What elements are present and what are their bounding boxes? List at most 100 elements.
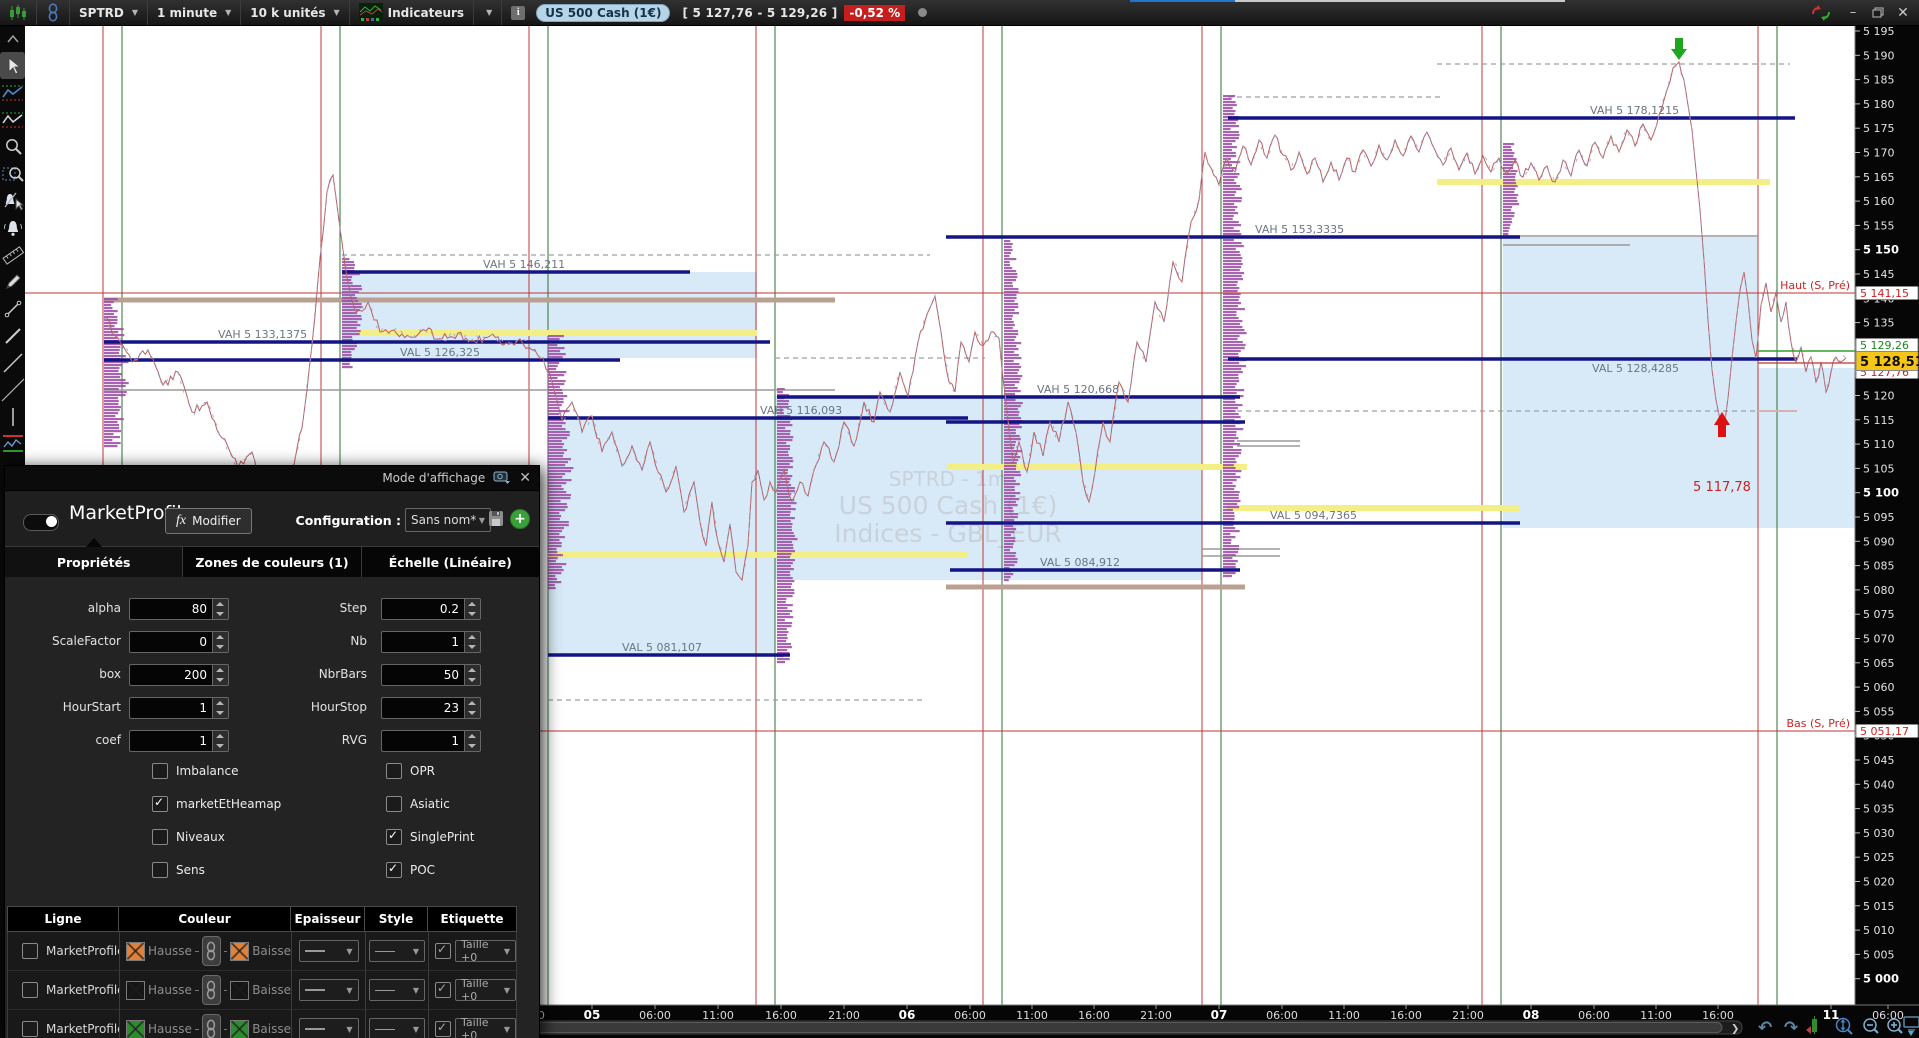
hourstop-spinner[interactable] bbox=[464, 697, 481, 719]
redo-button[interactable]: ↷ bbox=[1784, 1018, 1798, 1038]
semi-line-tool[interactable] bbox=[0, 349, 25, 376]
symbol-badge[interactable]: US 500 Cash (1€) bbox=[534, 0, 679, 25]
hausse-color-swatch[interactable] bbox=[126, 941, 145, 961]
line-visible-checkbox[interactable] bbox=[22, 943, 38, 959]
style-dropdown[interactable]: ▼ bbox=[369, 979, 425, 1001]
zoom-tool[interactable] bbox=[0, 133, 25, 160]
dialog-close-icon[interactable]: ✕ bbox=[519, 470, 531, 486]
link-charts-icon[interactable] bbox=[37, 0, 69, 25]
pencil-tool[interactable] bbox=[0, 268, 25, 295]
hausse-color-swatch[interactable] bbox=[126, 980, 145, 1000]
hourstart-spinner[interactable] bbox=[212, 697, 229, 719]
checkbox-niveaux[interactable]: Niveaux bbox=[152, 829, 225, 845]
tab-zones-de-couleurs[interactable]: Zones de couleurs (1) bbox=[183, 547, 362, 577]
units-dropdown[interactable]: 10 k unités ▼ bbox=[241, 0, 348, 25]
hourstart-input[interactable] bbox=[129, 697, 212, 719]
refresh-icon[interactable] bbox=[1809, 4, 1833, 22]
alpha-input[interactable] bbox=[129, 598, 212, 620]
add-configuration-button[interactable]: + bbox=[510, 509, 530, 529]
checkbox-imbalance[interactable]: Imbalance bbox=[152, 763, 238, 779]
undo-button[interactable]: ↶ bbox=[1758, 1018, 1772, 1038]
indicator-light-tool[interactable] bbox=[0, 79, 25, 106]
rvg-spinner[interactable] bbox=[464, 730, 481, 752]
close-button[interactable]: ✕ bbox=[1892, 4, 1914, 22]
x-tick-label: 11:00 bbox=[1016, 1009, 1048, 1022]
display-mode-icon[interactable] bbox=[493, 471, 511, 485]
etiquette-checkbox[interactable] bbox=[435, 942, 451, 959]
candlestick-view-icon[interactable] bbox=[0, 0, 36, 25]
line-visible-checkbox[interactable] bbox=[22, 1021, 38, 1037]
link-colors-icon[interactable] bbox=[201, 1014, 221, 1038]
tab-echelle[interactable]: Échelle (Linéaire) bbox=[361, 547, 539, 577]
ruler-tool[interactable] bbox=[0, 241, 25, 268]
link-colors-icon[interactable] bbox=[201, 975, 221, 1005]
baisse-color-swatch[interactable] bbox=[230, 1019, 250, 1038]
rvg-input[interactable] bbox=[381, 730, 464, 752]
alpha-spinner[interactable] bbox=[212, 598, 229, 620]
baisse-color-swatch[interactable] bbox=[230, 980, 250, 1000]
info-button[interactable]: i bbox=[502, 0, 534, 25]
chart-preview-icon[interactable]: Indicateurs bbox=[350, 0, 473, 25]
x-tick-label: 11:00 bbox=[702, 1009, 734, 1022]
style-dropdown[interactable]: ▼ bbox=[369, 940, 425, 962]
collapse-tool[interactable] bbox=[0, 25, 25, 52]
modify-formula-button[interactable]: fx Modifier bbox=[165, 508, 252, 534]
baisse-color-swatch[interactable] bbox=[230, 941, 250, 961]
etiquette-checkbox[interactable] bbox=[435, 1020, 451, 1037]
scalefactor-input[interactable] bbox=[129, 631, 212, 653]
taille-dropdown[interactable]: Taille +0 ▼ bbox=[455, 938, 516, 964]
box-spinner[interactable] bbox=[212, 664, 229, 686]
alert-tool[interactable] bbox=[0, 214, 25, 241]
minimize-button[interactable]: – bbox=[1842, 4, 1864, 22]
save-configuration-button[interactable] bbox=[488, 510, 504, 530]
marketprofile-toggle[interactable] bbox=[23, 514, 59, 531]
instrument-dropdown[interactable]: SPTRD ▼ bbox=[70, 0, 147, 25]
down-arrow-icon[interactable] bbox=[1675, 38, 1683, 49]
hausse-color-swatch[interactable] bbox=[126, 1019, 145, 1038]
line-visible-checkbox[interactable] bbox=[22, 982, 38, 998]
thickness-dropdown[interactable]: ▼ bbox=[298, 940, 359, 962]
segment-tool[interactable] bbox=[0, 295, 25, 322]
timeframe-dropdown[interactable]: 1 minute ▼ bbox=[148, 0, 240, 25]
configuration-dropdown[interactable]: Sans nom* ▼ bbox=[405, 508, 491, 532]
style-dropdown[interactable]: ▼ bbox=[369, 1018, 425, 1038]
zoom-area-tool[interactable] bbox=[0, 160, 25, 187]
checkbox-marketetheamap[interactable]: marketEtHeamap bbox=[152, 795, 281, 812]
alert-pointer-tool[interactable] bbox=[0, 187, 25, 214]
scroll-next-icon[interactable]: ❯ bbox=[1731, 1024, 1739, 1035]
trading-app-window: SPTRD - 1m US 500 Cash (1€) Indices - GBL_… bbox=[0, 0, 1919, 1038]
taille-dropdown[interactable]: Taille +0 ▼ bbox=[455, 977, 516, 1003]
restore-button[interactable] bbox=[1867, 4, 1889, 22]
thickness-dropdown[interactable]: ▼ bbox=[298, 1018, 359, 1038]
pattern-tool[interactable] bbox=[0, 430, 25, 457]
checkbox-asiatic[interactable]: Asiatic bbox=[386, 796, 450, 812]
step-spinner[interactable] bbox=[464, 598, 481, 620]
table-header-row: Ligne Couleur Epaisseur Style Etiquette bbox=[7, 906, 517, 932]
checkbox-opr[interactable]: OPR bbox=[386, 763, 435, 779]
indicators-dropdown[interactable]: ▼ bbox=[474, 0, 501, 25]
step-input[interactable] bbox=[381, 598, 464, 620]
thickness-dropdown[interactable]: ▼ bbox=[298, 979, 359, 1001]
nbrbars-spinner[interactable] bbox=[464, 664, 481, 686]
x-tick-label: 11:00 bbox=[1328, 1009, 1360, 1022]
hourstop-input[interactable] bbox=[381, 697, 464, 719]
tab-proprietes[interactable]: Propriétés bbox=[5, 538, 184, 577]
taille-dropdown[interactable]: Taille +0 ▼ bbox=[455, 1016, 516, 1038]
checkbox-poc[interactable]: POC bbox=[386, 861, 435, 878]
nb-input[interactable] bbox=[381, 631, 464, 653]
checkbox-singleprint[interactable]: SinglePrint bbox=[386, 828, 475, 845]
coef-input[interactable] bbox=[129, 730, 212, 752]
nbrbars-input[interactable] bbox=[381, 664, 464, 686]
etiquette-checkbox[interactable] bbox=[435, 981, 451, 998]
indicator-dark-tool[interactable] bbox=[0, 106, 25, 133]
extended-line-tool[interactable] bbox=[0, 376, 25, 403]
link-colors-icon[interactable] bbox=[201, 936, 221, 966]
cursor-tool[interactable] bbox=[0, 52, 25, 79]
vertical-line-tool[interactable] bbox=[0, 403, 25, 430]
trendline-tool[interactable] bbox=[0, 322, 25, 349]
coef-spinner[interactable] bbox=[212, 730, 229, 752]
nb-spinner[interactable] bbox=[464, 631, 481, 653]
scalefactor-spinner[interactable] bbox=[212, 631, 229, 653]
checkbox-sens[interactable]: Sens bbox=[152, 862, 205, 878]
box-input[interactable] bbox=[129, 664, 212, 686]
